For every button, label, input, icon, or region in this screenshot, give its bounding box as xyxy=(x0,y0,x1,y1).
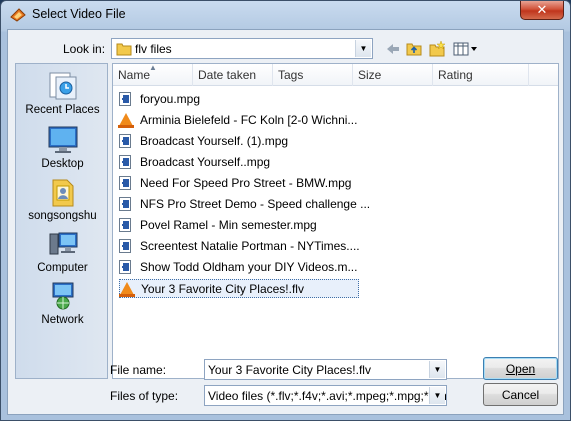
file-row[interactable]: Povel Ramel - Min semester.mpg xyxy=(119,216,539,235)
file-name-label: File name: xyxy=(110,363,167,377)
column-headers: ▲ Name Date taken Tags Size Rating xyxy=(113,63,558,86)
file-name-value[interactable]: Your 3 Favorite City Places!.flv xyxy=(208,363,371,377)
column-header-rating[interactable]: Rating xyxy=(433,64,529,86)
place-network[interactable]: Network xyxy=(16,280,109,326)
file-type-label: Files of type: xyxy=(110,389,179,403)
file-name: Povel Ramel - Min semester.mpg xyxy=(140,218,317,232)
video-file-icon xyxy=(119,134,133,149)
file-row[interactable]: Broadcast Yourself..mpg xyxy=(119,153,539,172)
open-button-label: Open xyxy=(505,361,536,376)
views-menu-icon[interactable] xyxy=(452,40,478,57)
chevron-down-icon[interactable]: ▼ xyxy=(355,40,371,57)
video-file-icon xyxy=(119,218,133,233)
video-file-icon xyxy=(119,239,133,254)
file-name: Broadcast Yourself. (1).mpg xyxy=(140,134,289,148)
file-row[interactable]: foryou.mpg xyxy=(119,90,539,109)
place-label: songsongshu xyxy=(28,210,97,222)
look-in-label: Look in: xyxy=(63,42,106,56)
up-folder-icon[interactable] xyxy=(405,40,423,57)
file-name: NFS Pro Street Demo - Speed challenge ..… xyxy=(140,197,371,211)
file-name: Screentest Natalie Portman - NYTimes.... xyxy=(140,239,360,253)
places-bar: Recent Places Desktop songsongshu Comput… xyxy=(15,63,108,379)
file-name: foryou.mpg xyxy=(140,92,201,106)
column-header-size[interactable]: Size xyxy=(353,64,433,86)
file-row[interactable]: Your 3 Favorite City Places!.flv xyxy=(119,279,359,298)
file-row[interactable]: Show Todd Oldham your DIY Videos.m... xyxy=(119,258,539,277)
place-user-folder[interactable]: songsongshu xyxy=(16,176,109,222)
column-header-name[interactable]: ▲ Name xyxy=(113,63,193,86)
vlc-icon xyxy=(119,282,135,297)
video-file-icon xyxy=(119,92,133,107)
place-label: Desktop xyxy=(41,158,84,170)
column-header-date-taken[interactable]: Date taken xyxy=(193,64,273,86)
place-computer[interactable]: Computer xyxy=(16,228,109,274)
look-in-value: flv files xyxy=(135,42,172,56)
sort-ascending-icon: ▲ xyxy=(149,63,157,72)
place-label: Computer xyxy=(37,262,88,274)
file-name-combo[interactable]: Your 3 Favorite City Places!.flv ▼ xyxy=(204,359,447,380)
file-row[interactable]: Broadcast Yourself. (1).mpg xyxy=(119,132,539,151)
video-file-icon xyxy=(119,176,133,191)
place-label: Recent Places xyxy=(25,104,100,116)
user-folder-icon xyxy=(47,176,79,208)
chevron-down-icon[interactable]: ▼ xyxy=(429,387,445,404)
video-file-icon xyxy=(119,260,133,275)
close-icon: ✕ xyxy=(536,2,548,17)
file-name: Arminia Bielefeld - FC Koln [2-0 Wichni.… xyxy=(140,113,358,127)
vlc-icon xyxy=(118,113,134,128)
network-icon xyxy=(47,280,79,312)
file-type-select[interactable]: Video files (*.flv;*.f4v;*.avi;*.mpeg;*.… xyxy=(204,385,447,406)
video-file-icon xyxy=(119,197,133,212)
file-row[interactable]: NFS Pro Street Demo - Speed challenge ..… xyxy=(119,195,539,214)
title-bar[interactable]: Select Video File ✕ xyxy=(1,1,570,29)
file-name: Your 3 Favorite City Places!.flv xyxy=(141,282,304,296)
look-in-dropdown[interactable]: flv files ▼ xyxy=(111,38,373,59)
column-header-tags[interactable]: Tags xyxy=(273,64,353,86)
computer-icon xyxy=(47,228,79,260)
new-folder-icon[interactable] xyxy=(428,40,446,57)
chevron-down-icon[interactable]: ▼ xyxy=(429,361,445,378)
open-button[interactable]: Open xyxy=(483,357,558,380)
file-row[interactable]: Screentest Natalie Portman - NYTimes.... xyxy=(119,237,539,256)
file-list[interactable]: ▲ Name Date taken Tags Size Rating foryo… xyxy=(112,63,559,379)
desktop-icon xyxy=(47,124,79,156)
cancel-button[interactable]: Cancel xyxy=(483,383,558,406)
file-type-value: Video files (*.flv;*.f4v;*.avi;*.mpeg;*.… xyxy=(208,389,447,403)
close-button[interactable]: ✕ xyxy=(520,1,564,20)
video-file-icon xyxy=(119,155,133,170)
back-arrow-icon[interactable] xyxy=(384,40,402,57)
recent-places-icon xyxy=(47,70,79,102)
place-label: Network xyxy=(41,314,84,326)
window-title: Select Video File xyxy=(32,7,126,21)
app-icon xyxy=(10,7,26,23)
dialog-body: Look in: flv files ▼ Recent Places Deskt… xyxy=(7,29,564,415)
folder-icon xyxy=(116,42,132,59)
place-recent-places[interactable]: Recent Places xyxy=(16,70,109,116)
place-desktop[interactable]: Desktop xyxy=(16,124,109,170)
cancel-button-label: Cancel xyxy=(501,387,540,402)
file-row[interactable]: Need For Speed Pro Street - BMW.mpg xyxy=(119,174,539,193)
file-name: Need For Speed Pro Street - BMW.mpg xyxy=(140,176,352,190)
file-row[interactable]: Arminia Bielefeld - FC Koln [2-0 Wichni.… xyxy=(118,111,539,130)
file-name: Broadcast Yourself..mpg xyxy=(140,155,271,169)
select-video-file-dialog: Select Video File ✕ Look in: flv files ▼ xyxy=(0,0,571,421)
file-name: Show Todd Oldham your DIY Videos.m... xyxy=(140,260,358,274)
